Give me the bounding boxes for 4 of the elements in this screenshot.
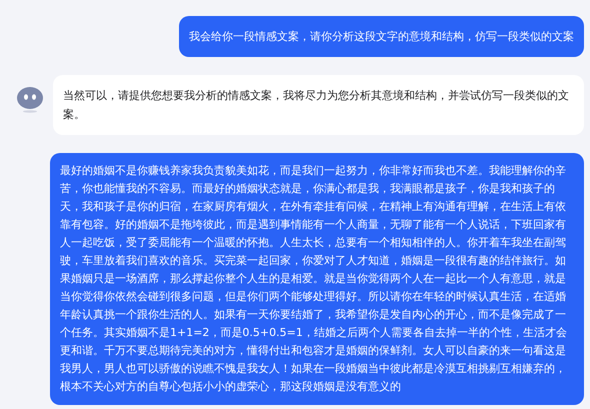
bot-avatar-icon	[16, 85, 44, 113]
message-bubble: 最好的婚姻不是你赚钱养家我负责貌美如花，而是我们一起努力，你非常好而我也不差。我能理解你的辛苦，你也能懂我的不容易。而最好的婚姻状态就是，你满心都是我，我满眼都是孩子，你是我和孩子的天，我和孩子是你的归宿，在家厨房有烟火，在外有牵挂有问候，在精神上有沟通有理解，在生活上有依靠有包容。好的婚姻不是拖垮彼此，而是遇到事情能有一个人商量，无聊了能有一个人说话，下班回家有人一起吃饭，受了委屈能有一个温暖的怀抱。人生太长，总要有一个相知相伴的人。你开着车我坐在副驾驶，车里放着我们喜欢的音乐。买完菜一起回家，你爱对了人才知道，婚姻是一段很有趣的结伴旅行。如果婚姻只是一场酒席，那么撑起你整个人生的是相爱。就是当你觉得两个人在一起比一个人有意思，就是当你觉得你依然会碰到很多问题，但是你们两个能够处理得好。所以请你在年轻的时候认真生活，在适婚年龄认真挑一个跟你生活的人。如果有一天你要结婚了，我希望你是发自内心的开心，而不是像完成了一个任务。其实婚姻不是1+1=2，而是0.5+0.5=1，结婚之后两个人需要各自去掉一半的个性，生活才会更和谐。千万不要总期待完美的对方，懂得付出和包容才是婚姻的保鲜剂。女人可以自豪的来一句看这是我男人，男人也可以骄傲的说瞧不愧是我女人！如果在一段婚姻当中彼此都是冷漠互相挑剔互相嫌弃的，根本不关心对方的自尊心包括小小的虚荣心，那这段婚姻是没有意义的	[50, 153, 584, 405]
message-bubble: 我会给你一段情感文案，请你分析这段文字的意境和结构，仿写一段类似的文案	[179, 16, 584, 57]
message-bubble: 当然可以，请提供您想要我分析的情感文案，我将尽力为您分析其意境和结构，并尝试仿写一段类似的文案。	[53, 75, 584, 135]
